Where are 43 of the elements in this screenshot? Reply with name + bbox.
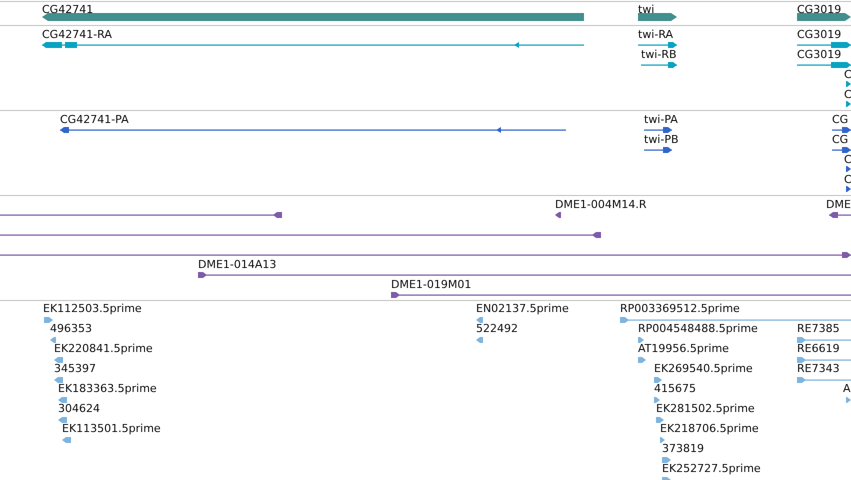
feature-label: RP004548488.5prime	[638, 322, 758, 335]
feature-label: EK281502.5prime	[656, 402, 755, 415]
feature-label: RP003369512.5prime	[620, 302, 740, 315]
feature-label: CG	[832, 133, 848, 146]
feature-label: CG3019	[797, 3, 842, 16]
feature-label: CG42741-RA	[42, 28, 112, 41]
feature-label: CG3019	[797, 28, 842, 41]
feature-label: C	[844, 153, 851, 166]
feature-label: 345397	[54, 362, 96, 375]
feature-label: DME1-014A13	[198, 258, 276, 271]
feature-label: 496353	[50, 322, 92, 335]
feature-label: RE7343	[797, 362, 840, 375]
feature-label: EK113501.5prime	[62, 422, 161, 435]
feature-label: C	[844, 88, 851, 101]
feature-label: C	[844, 68, 851, 81]
feature-label: DME1-004M14.R	[555, 198, 647, 211]
feature-label: AT19956.5prime	[638, 342, 729, 355]
feature-label: twi-PA	[644, 113, 678, 126]
feature-label: DME1-019M01	[391, 278, 472, 291]
feature-label: CG3019	[797, 48, 842, 61]
feature-label: EK220841.5prime	[54, 342, 153, 355]
feature-label: 522492	[476, 322, 518, 335]
feature-label: EK269540.5prime	[654, 362, 753, 375]
feature-label: CG	[832, 113, 848, 126]
feature-label: RE7385	[797, 322, 840, 335]
feature-label: RE6619	[797, 342, 840, 355]
feature-label: twi-PB	[644, 133, 679, 146]
feature-label: 373819	[662, 442, 704, 455]
feature-label: twi-RB	[641, 48, 677, 61]
feature-label: CG42741	[42, 3, 94, 16]
feature-label: EK218706.5prime	[660, 422, 759, 435]
feature-label: EK112503.5prime	[43, 302, 142, 315]
feature-label: EK252727.5prime	[662, 462, 761, 475]
feature-label: twi	[638, 3, 654, 16]
feature-label: 415675	[654, 382, 696, 395]
feature-label: DME	[826, 198, 851, 211]
feature-label: A	[843, 382, 851, 395]
feature-label: twi-RA	[638, 28, 674, 41]
feature-label: EK183363.5prime	[58, 382, 157, 395]
feature-label: 304624	[58, 402, 100, 415]
feature-label: C	[844, 173, 851, 186]
feature-label: EN02137.5prime	[476, 302, 569, 315]
feature-label: CG42741-PA	[60, 113, 129, 126]
